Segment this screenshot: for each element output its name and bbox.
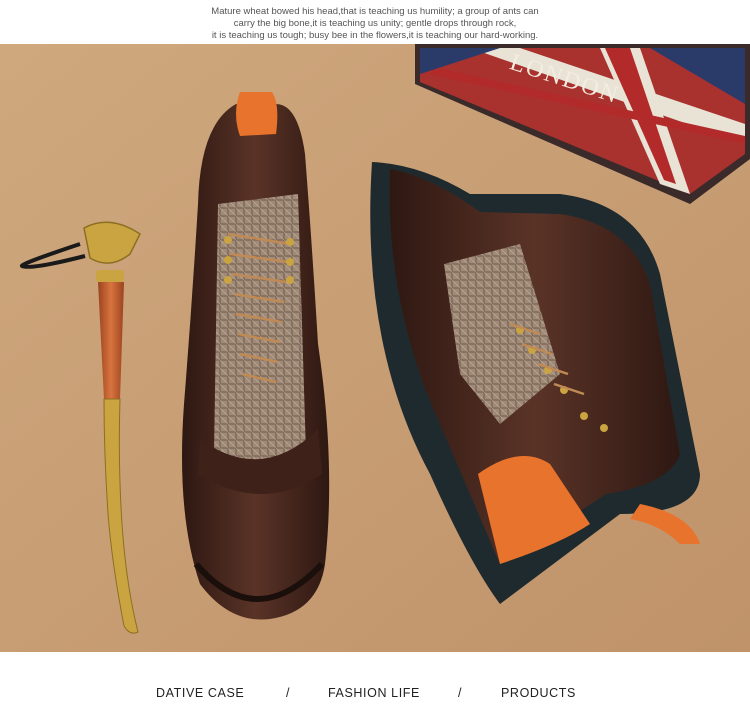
caption-line-2: carry the big bone,it is teaching us uni… <box>233 18 517 29</box>
product-photo: LONDON <box>0 44 750 652</box>
footer-nav: DATIVE CASE / FASHION LIFE / PRODUCTS <box>0 652 750 708</box>
footer-item-fashion-life[interactable]: FASHION LIFE <box>328 686 420 700</box>
footer-item-dative-case[interactable]: DATIVE CASE <box>156 686 244 700</box>
caption-text: Mature wheat bowed his head,that is teac… <box>0 0 750 44</box>
caption-line-1: Mature wheat bowed his head,that is teac… <box>211 6 539 17</box>
footer-separator: / <box>458 686 463 700</box>
caption-line-3: it is teaching us tough; busy bee in the… <box>211 30 539 41</box>
footer-separator: / <box>286 686 291 700</box>
footer-item-products[interactable]: PRODUCTS <box>501 686 576 700</box>
